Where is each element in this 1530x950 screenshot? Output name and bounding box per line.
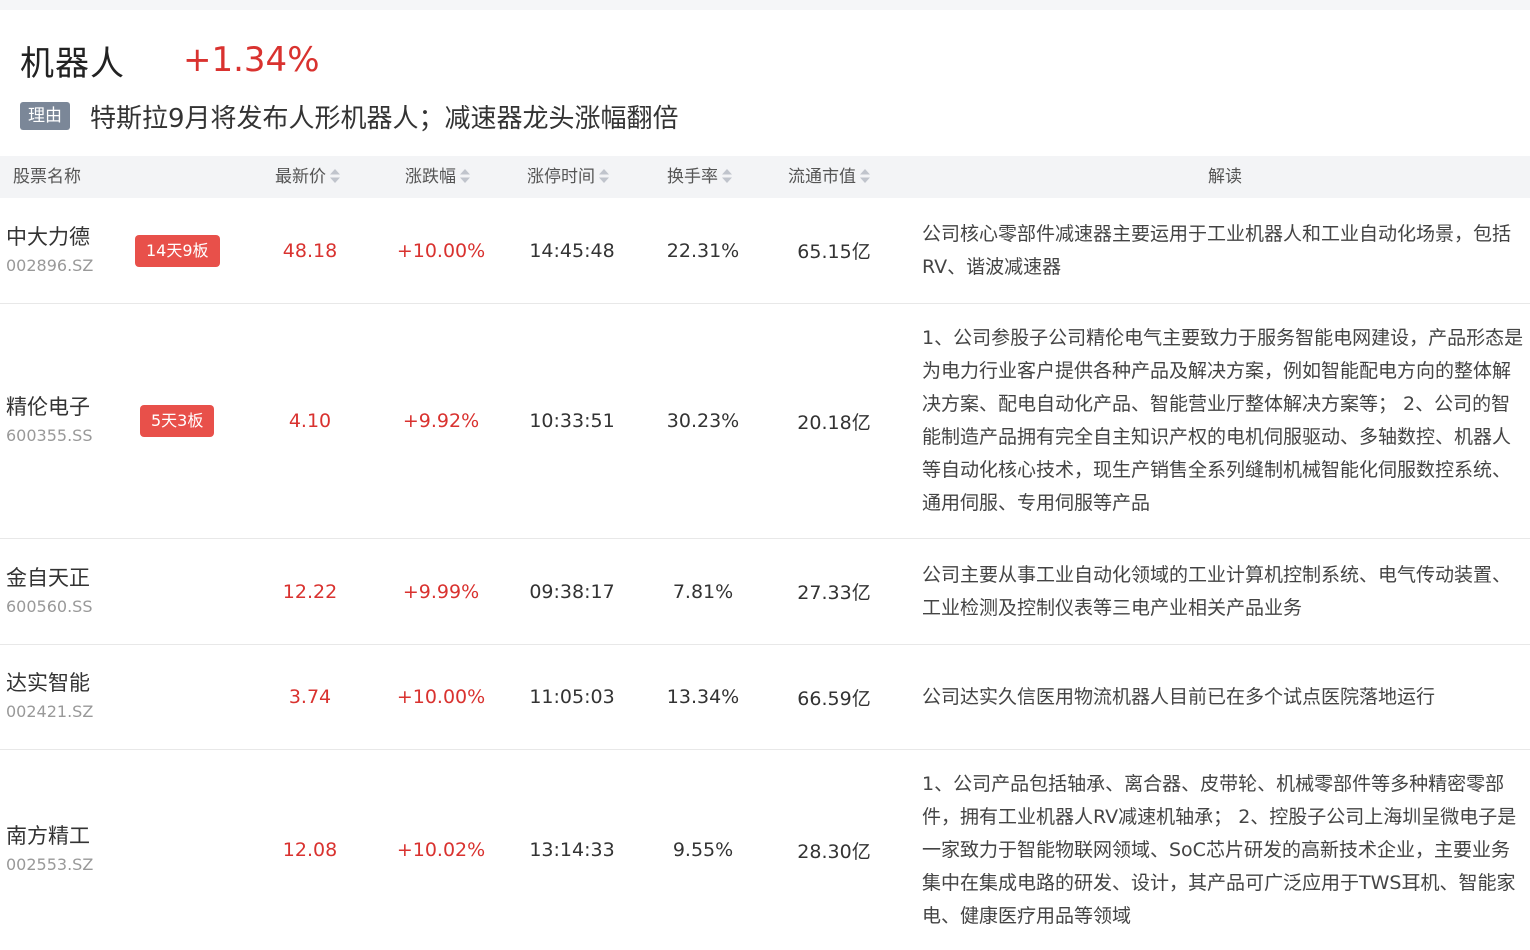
stock-name[interactable]: 精伦电子 [6, 392, 92, 422]
interpretation-text: 1、公司产品包括轴承、离合器、皮带轮、机械零部件等多种精密零部件，拥有工业机器人… [922, 772, 1517, 927]
col-turnover-sort[interactable]: 换手率 [667, 156, 733, 198]
badge-label: 14天9板 [135, 234, 220, 267]
stock-name-cell[interactable]: 南方精工 002553.SZ [6, 750, 93, 950]
stock-name-cell[interactable]: 精伦电子 600355.SS [6, 304, 92, 538]
interpretation: 公司核心零部件减速器主要运用于工业机器人和工业自动化场景，包括RV、谐波减速器 [922, 198, 1528, 303]
stock-code: 002553.SZ [6, 855, 94, 874]
interpretation: 1、公司参股子公司精伦电气主要致力于服务智能电网建设，产品形态是为电力行业客户提… [922, 304, 1528, 538]
table-row[interactable]: 达实智能 002421.SZ 3.74 +10.00% 11:05:03 13.… [0, 645, 1530, 750]
sort-icon[interactable] [459, 166, 471, 186]
limit-time: 11:05:03 [529, 686, 615, 708]
sector-name: 机器人 [20, 43, 125, 84]
col-price-label: 最新价 [275, 167, 326, 187]
stock-code: 002421.SZ [6, 702, 94, 721]
limit-time: 13:14:33 [529, 839, 615, 861]
turnover: 9.55% [672, 839, 734, 861]
stock-code: 600560.SS [6, 596, 93, 616]
col-interpretation: 解读 [1208, 156, 1242, 198]
market-cap: 27.33亿 [797, 582, 871, 604]
sort-icon[interactable] [721, 166, 733, 186]
col-limit-time-sort[interactable]: 涨停时间 [527, 156, 610, 198]
reason-tag: 理由 [20, 102, 70, 130]
stock-name[interactable]: 金自天正 [6, 563, 92, 593]
change: +9.99% [402, 580, 480, 603]
stock-name-cell[interactable]: 中大力德 002896.SZ [6, 198, 93, 303]
sector-change: +1.34% [183, 40, 320, 80]
reason-row: 理由 特斯拉9月将发布人形机器人；减速器龙头涨幅翻倍 [20, 98, 679, 134]
col-name: 股票名称 [13, 156, 81, 198]
limit-up-badge: 14天9板 [135, 198, 220, 303]
sort-icon[interactable] [329, 166, 341, 186]
price: 12.22 [282, 580, 338, 603]
turnover: 13.34% [666, 686, 740, 708]
table-row[interactable]: 精伦电子 600355.SS 5天3板 4.10 +9.92% 10:33:51… [0, 304, 1530, 539]
interpretation-text: 公司主要从事工业自动化领域的工业计算机控制系统、电气传动装置、工业检测及控制仪表… [922, 563, 1512, 619]
price: 48.18 [282, 239, 338, 262]
interpretation-text: 1、公司参股子公司精伦电气主要致力于服务智能电网建设，产品形态是为电力行业客户提… [922, 327, 1524, 514]
badge-label: 5天3板 [140, 405, 215, 437]
stock-name[interactable]: 中大力德 [6, 222, 93, 252]
change: +10.00% [396, 686, 486, 708]
limit-time: 09:38:17 [529, 580, 615, 603]
sort-icon[interactable] [598, 166, 610, 186]
col-limit-time-label: 涨停时间 [527, 167, 595, 187]
col-interpretation-label: 解读 [1208, 167, 1242, 187]
market-cap: 66.59亿 [797, 687, 871, 710]
col-market-cap-label: 流通市值 [788, 167, 856, 187]
market-cap: 20.18亿 [797, 411, 871, 434]
table-row[interactable]: 南方精工 002553.SZ 12.08 +10.02% 13:14:33 9.… [0, 750, 1530, 950]
col-turnover-label: 换手率 [667, 167, 718, 187]
table-header: 股票名称 最新价 涨跌幅 涨停时间 换手率 流通市值 解读 [0, 156, 1530, 198]
change: +9.92% [402, 410, 480, 432]
change: +10.02% [396, 839, 486, 861]
limit-time: 14:45:48 [529, 239, 615, 262]
reason-text: 特斯拉9月将发布人形机器人；减速器龙头涨幅翻倍 [90, 103, 679, 134]
table-row[interactable]: 中大力德 002896.SZ 14天9板 48.18 +10.00% 14:45… [0, 198, 1530, 304]
turnover: 22.31% [666, 239, 740, 262]
col-market-cap-sort[interactable]: 流通市值 [788, 156, 871, 198]
price: 12.08 [282, 839, 338, 861]
col-name-label: 股票名称 [13, 167, 81, 187]
market-cap: 28.30亿 [797, 840, 871, 863]
col-change-sort[interactable]: 涨跌幅 [405, 156, 471, 198]
price: 3.74 [288, 686, 332, 708]
stock-name-cell[interactable]: 金自天正 600560.SS [6, 539, 92, 644]
interpretation: 1、公司产品包括轴承、离合器、皮带轮、机械零部件等多种精密零部件，拥有工业机器人… [922, 750, 1528, 950]
turnover: 30.23% [666, 410, 740, 432]
col-price-sort[interactable]: 最新价 [275, 156, 341, 198]
col-change-label: 涨跌幅 [405, 167, 456, 187]
stock-name-cell[interactable]: 达实智能 002421.SZ [6, 645, 93, 749]
price: 4.10 [288, 410, 332, 432]
stock-code: 002896.SZ [6, 255, 94, 275]
table-row[interactable]: 金自天正 600560.SS 12.22 +9.99% 09:38:17 7.8… [0, 539, 1530, 645]
sort-icon[interactable] [859, 166, 871, 186]
stock-code: 600355.SS [6, 426, 93, 445]
limit-time: 10:33:51 [529, 410, 615, 432]
market-cap: 65.15亿 [797, 241, 871, 263]
turnover: 7.81% [672, 580, 734, 603]
limit-up-badge: 5天3板 [140, 304, 215, 538]
interpretation-text: 公司核心零部件减速器主要运用于工业机器人和工业自动化场景，包括RV、谐波减速器 [922, 222, 1512, 278]
change: +10.00% [396, 239, 486, 262]
sector-header: 机器人 +1.34% [20, 38, 320, 84]
stock-name[interactable]: 南方精工 [6, 821, 93, 851]
stock-name[interactable]: 达实智能 [6, 668, 93, 698]
interpretation-text: 公司达实久信医用物流机器人目前已在多个试点医院落地运行 [922, 685, 1436, 708]
interpretation: 公司主要从事工业自动化领域的工业计算机控制系统、电气传动装置、工业检测及控制仪表… [922, 539, 1528, 644]
interpretation: 公司达实久信医用物流机器人目前已在多个试点医院落地运行 [922, 645, 1528, 749]
top-strip [0, 0, 1530, 10]
